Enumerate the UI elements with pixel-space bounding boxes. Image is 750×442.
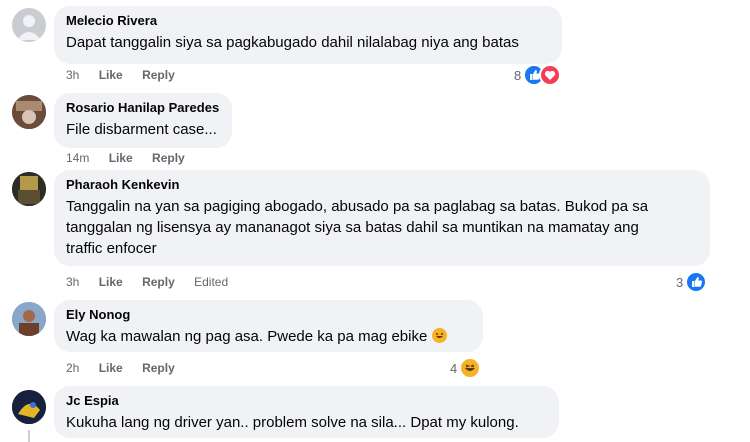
avatar[interactable] [12, 172, 46, 206]
comment-actions: 3h Like Reply [66, 67, 191, 83]
thread-line [28, 430, 30, 442]
comment-author[interactable]: Rosario Hanilap Paredes [66, 99, 220, 116]
comment-author[interactable]: Ely Nonog [66, 306, 471, 323]
haha-icon [459, 357, 482, 379]
comment-text-line: tanggalan ng lisensya ay mananagot siya … [66, 219, 639, 236]
reaction-count: 3 [676, 274, 684, 290]
comment-time[interactable]: 2h [66, 361, 79, 375]
comment-time[interactable]: 3h [66, 68, 79, 82]
reaction-count: 4 [450, 360, 458, 376]
comment-text: Tanggalin na yan sa pagiging abogado, ab… [66, 196, 698, 259]
reply-button[interactable]: Reply [142, 275, 175, 289]
comment-text-content: Wag ka mawalan ng pag asa. Pwede ka pa m… [66, 328, 428, 345]
comment-time[interactable]: 14m [66, 151, 89, 165]
comment-time[interactable]: 3h [66, 275, 79, 289]
like-button[interactable]: Like [99, 275, 123, 289]
comment-text-line: Tanggalin na yan sa pagiging abogado, ab… [66, 198, 649, 215]
comment-text-line: traffic enfocer [66, 240, 157, 257]
heart-icon [539, 64, 562, 86]
reply-button[interactable]: Reply [142, 68, 175, 82]
comment-actions: 3h Like Reply Edited [66, 274, 244, 290]
comment-author[interactable]: Melecio Rivera [66, 12, 550, 29]
reply-button[interactable]: Reply [142, 361, 175, 375]
comment-bubble: Rosario Hanilap Paredes File disbarment … [54, 93, 232, 148]
avatar[interactable] [12, 8, 46, 42]
edited-label[interactable]: Edited [194, 275, 228, 289]
default-profile-icon [17, 15, 41, 40]
comment-bubble: Ely Nonog Wag ka mawalan ng pag asa. Pwe… [54, 300, 483, 352]
comment-text: File disbarment case... [66, 121, 217, 138]
comment-author[interactable]: Jc Espia [66, 392, 547, 409]
like-button[interactable]: Like [99, 68, 123, 82]
like-icon [685, 271, 708, 293]
comment-author[interactable]: Pharaoh Kenkevin [66, 176, 698, 193]
profile-photo [12, 390, 46, 424]
reply-button[interactable]: Reply [152, 151, 185, 165]
comment-bubble: Pharaoh Kenkevin Tanggalin na yan sa pag… [54, 170, 710, 266]
comment-text: Wag ka mawalan ng pag asa. Pwede ka pa m… [66, 326, 471, 347]
rofl-emoji-icon [431, 328, 447, 343]
comment-text: Kukuha lang ng driver yan.. problem solv… [66, 414, 519, 431]
comment-bubble: Melecio Rivera Dapat tanggalin siya sa p… [54, 6, 562, 64]
profile-photo [12, 302, 46, 336]
avatar[interactable] [12, 302, 46, 336]
avatar[interactable] [12, 390, 46, 424]
comment-text: Dapat tanggalin siya sa pagkabugado dahi… [66, 34, 519, 51]
like-button[interactable]: Like [109, 151, 133, 165]
like-button[interactable]: Like [99, 361, 123, 375]
profile-photo [12, 95, 46, 129]
reaction-summary[interactable]: 3 [676, 271, 708, 293]
reaction-summary[interactable]: 4 [450, 357, 482, 379]
comment-actions: 14m Like Reply [66, 150, 201, 166]
reaction-summary[interactable]: 8 [514, 64, 562, 86]
avatar[interactable] [12, 95, 46, 129]
reaction-count: 8 [514, 67, 522, 83]
comment-bubble: Jc Espia Kukuha lang ng driver yan.. pro… [54, 386, 559, 438]
profile-photo [12, 172, 46, 206]
comment-actions: 2h Like Reply [66, 360, 191, 376]
